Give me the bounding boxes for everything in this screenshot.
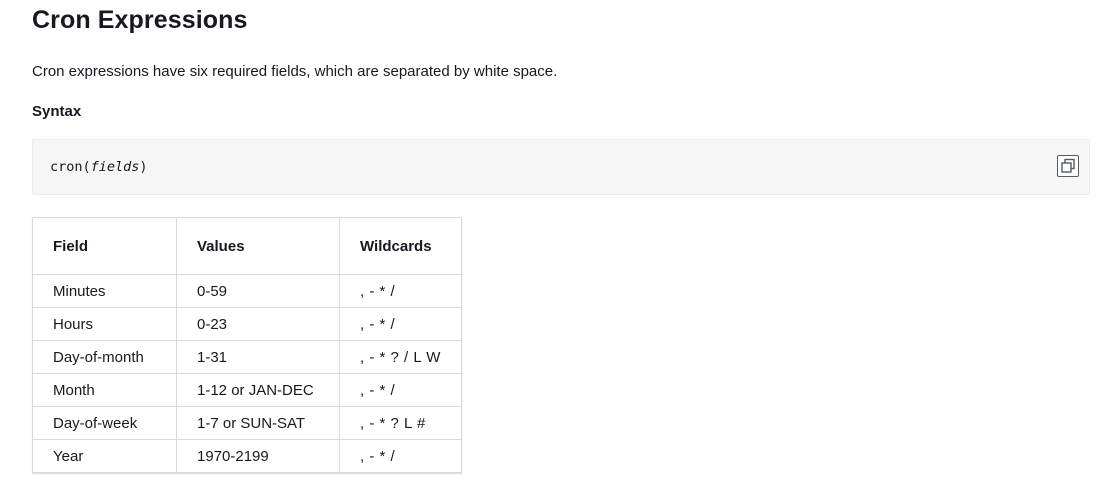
cell-values: 0-59: [176, 274, 340, 308]
cell-values: 1970-2199: [176, 439, 340, 473]
cell-wildcards: , - * /: [339, 307, 462, 341]
cell-wildcards: , - * /: [339, 274, 462, 308]
table-row: Year 1970-2199 , - * /: [32, 439, 462, 473]
cron-fields-table: Field Values Wildcards Minutes 0-59 , - …: [32, 217, 462, 473]
syntax-heading: Syntax: [32, 103, 82, 120]
copy-button[interactable]: [1057, 155, 1079, 177]
header-field: Field: [32, 217, 177, 275]
table-header-row: Field Values Wildcards: [32, 217, 462, 275]
cell-field: Month: [32, 373, 177, 407]
table-row: Month 1-12 or JAN-DEC , - * /: [32, 373, 462, 407]
table-row: Day-of-month 1-31 , - * ? / L W: [32, 340, 462, 374]
cell-field: Year: [32, 439, 177, 473]
cell-field: Day-of-month: [32, 340, 177, 374]
table-row: Minutes 0-59 , - * /: [32, 274, 462, 308]
cell-field: Day-of-week: [32, 406, 177, 440]
code-text: cron(fields): [50, 159, 148, 175]
copy-icon: [1061, 158, 1075, 173]
cell-values: 1-12 or JAN-DEC: [176, 373, 340, 407]
header-wildcards: Wildcards: [339, 217, 462, 275]
cell-values: 1-31: [176, 340, 340, 374]
cell-field: Hours: [32, 307, 177, 341]
code-prefix: cron(: [50, 159, 91, 175]
table-row: Hours 0-23 , - * /: [32, 307, 462, 341]
header-values: Values: [176, 217, 340, 275]
cell-wildcards: , - * ? L #: [339, 406, 462, 440]
code-suffix: ): [139, 159, 148, 175]
cell-field: Minutes: [32, 274, 177, 308]
cell-wildcards: , - * /: [339, 373, 462, 407]
code-block: cron(fields): [32, 139, 1090, 195]
cell-values: 1-7 or SUN-SAT: [176, 406, 340, 440]
cell-wildcards: , - * /: [339, 439, 462, 473]
intro-paragraph: Cron expressions have six required field…: [32, 63, 558, 80]
cell-wildcards: , - * ? / L W: [339, 340, 462, 374]
cell-values: 0-23: [176, 307, 340, 341]
table-row: Day-of-week 1-7 or SUN-SAT , - * ? L #: [32, 406, 462, 440]
code-arg: fields: [90, 159, 140, 175]
page-title: Cron Expressions: [32, 6, 248, 34]
